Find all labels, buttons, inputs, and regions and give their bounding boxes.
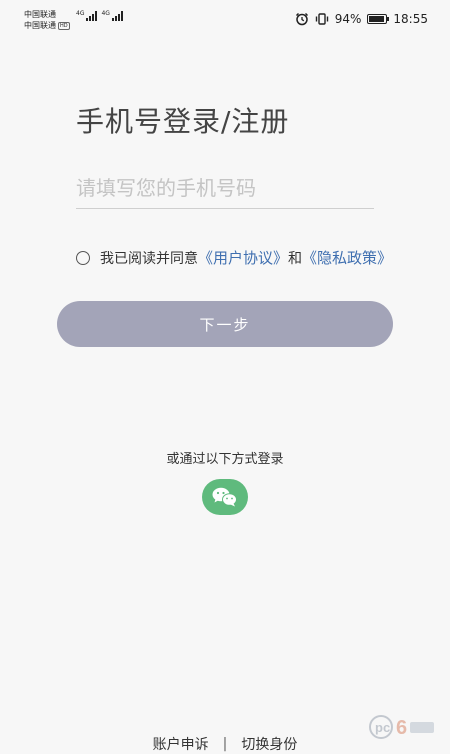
switch-identity-link[interactable]: 切换身份: [241, 734, 297, 754]
agreement-radio[interactable]: [76, 250, 90, 265]
signal-icon: 4G: [101, 10, 123, 21]
alt-login-text: 或通过以下方式登录: [166, 452, 284, 467]
page-title: 手机号登录/注册: [76, 105, 290, 138]
status-right: 94% 18:55: [295, 12, 428, 26]
watermark-logo: pc 6: [368, 712, 438, 742]
battery-percent: 94%: [334, 12, 362, 26]
signal-indicators: 4G 4G: [76, 11, 123, 21]
clock-time: 18:55: [393, 12, 428, 26]
wechat-login-button[interactable]: [202, 479, 248, 515]
status-bar: 中国联通 中国联通 HD 4G 4G 94% 18:55: [0, 0, 450, 34]
network-type-label: 4G: [76, 10, 85, 17]
signal-icon: 4G: [76, 10, 98, 21]
agreement-conjunction: 和: [288, 250, 303, 267]
agreement-prefix: 我已阅读并同意: [100, 250, 198, 267]
wechat-icon: [212, 487, 237, 507]
account-appeal-link[interactable]: 账户申诉: [153, 734, 209, 754]
svg-text:pc: pc: [375, 720, 390, 735]
alarm-icon: [295, 12, 308, 26]
phone-number-input[interactable]: [76, 168, 374, 209]
svg-text:6: 6: [396, 717, 407, 739]
carrier-1-label: 中国联通: [24, 10, 56, 19]
battery-fill: [369, 16, 385, 22]
carrier-info: 中国联通 中国联通 HD: [24, 9, 70, 31]
hd-badge: HD: [58, 21, 70, 30]
user-agreement-link[interactable]: 《用户协议》: [198, 247, 288, 268]
privacy-policy-link[interactable]: 《隐私政策》: [302, 247, 392, 268]
carrier-2-label: 中国联通: [24, 21, 56, 30]
vibrate-icon: [315, 13, 328, 25]
watermark-icon: pc 6: [369, 715, 434, 739]
battery-icon: [367, 14, 390, 24]
agreement-row: 我已阅读并同意 《用户协议》 和 《隐私政策》: [76, 247, 392, 268]
network-type-label: 4G: [101, 10, 110, 17]
next-step-button[interactable]: 下一步: [57, 301, 393, 347]
